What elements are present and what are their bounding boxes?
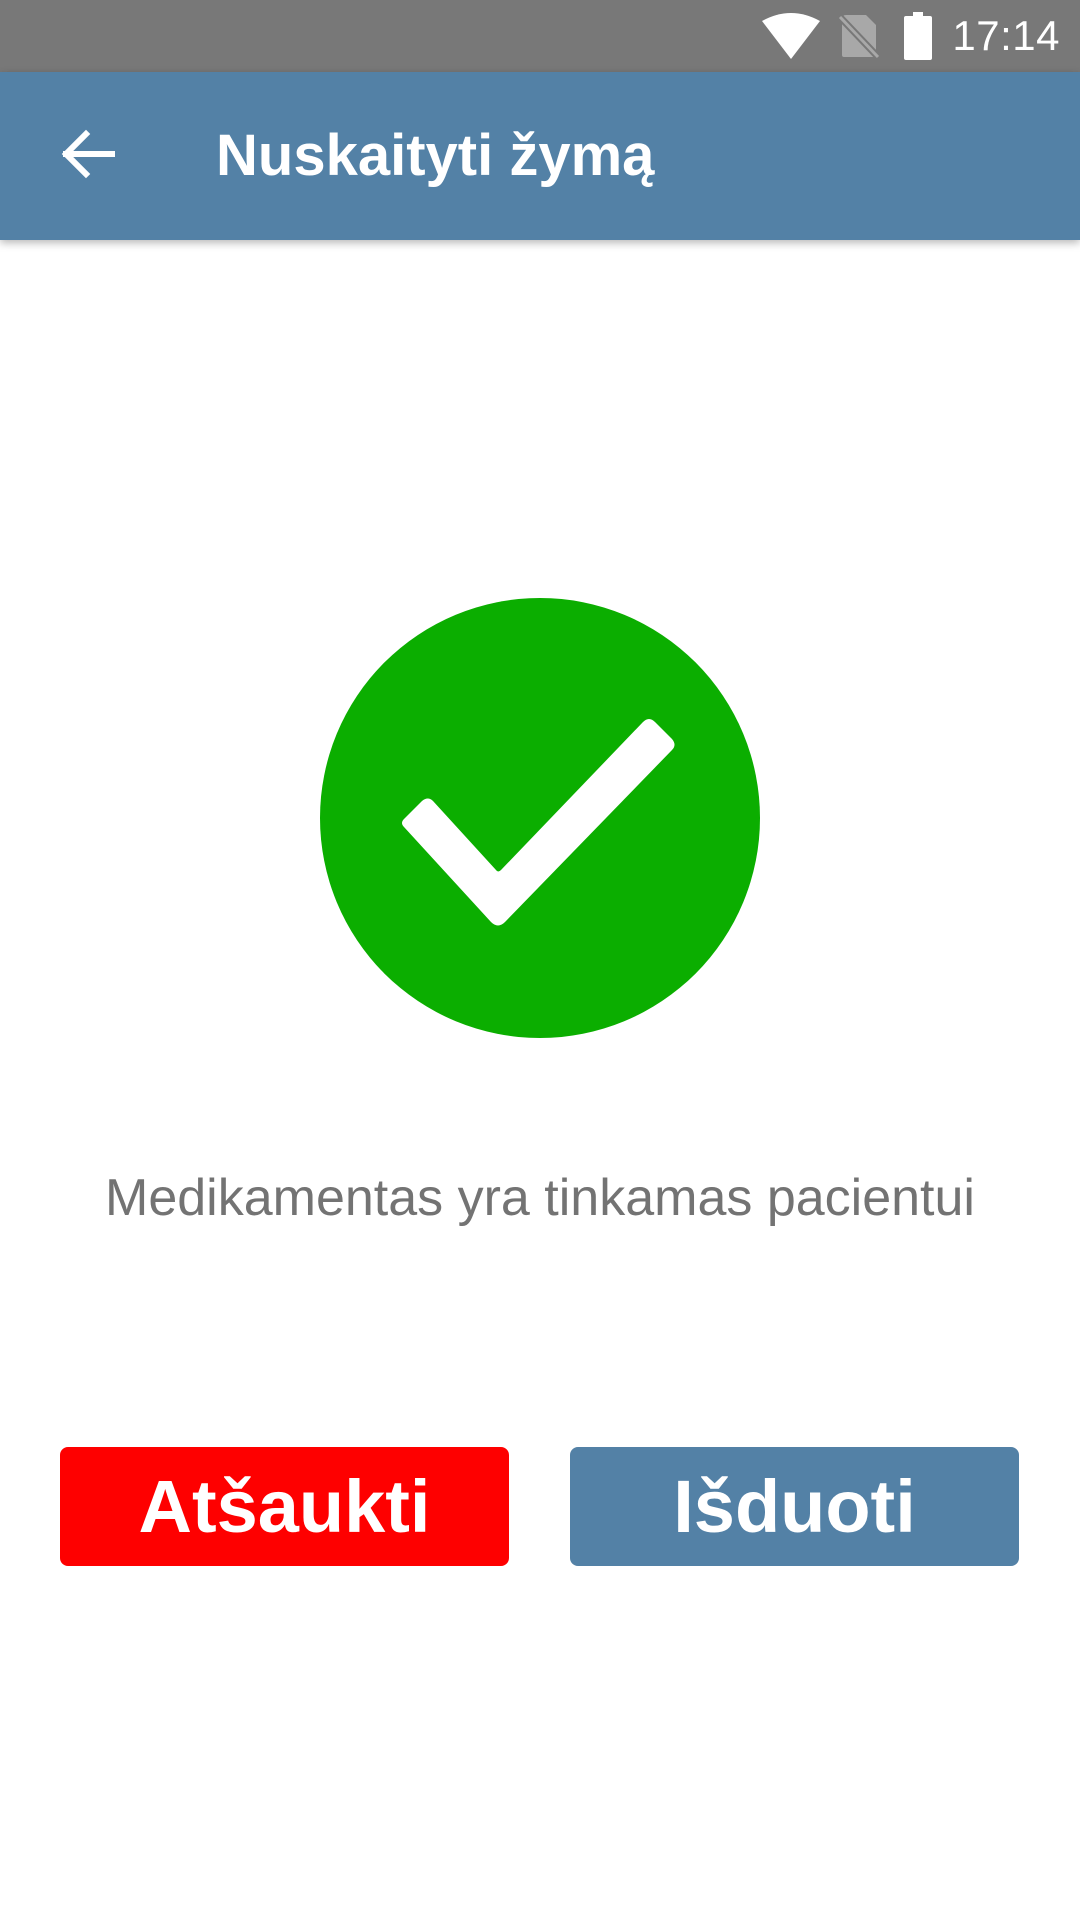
back-button[interactable] bbox=[40, 108, 136, 204]
cancel-button[interactable]: Atšaukti bbox=[60, 1447, 509, 1566]
arrow-back-icon bbox=[60, 126, 116, 187]
no-sim-icon bbox=[838, 13, 881, 59]
result-message: Medikamentas yra tinkamas pacientui bbox=[105, 1169, 975, 1227]
battery-icon bbox=[904, 12, 933, 60]
check-circle-icon bbox=[320, 598, 760, 1038]
status-bar: 17:14 bbox=[0, 0, 1080, 72]
clock: 17:14 bbox=[952, 12, 1060, 59]
status-icons: 17:14 bbox=[762, 0, 1060, 72]
page-title: Nuskaityti žymą bbox=[216, 123, 655, 188]
app-bar: Nuskaityti žymą bbox=[0, 72, 1080, 240]
wifi-icon bbox=[762, 13, 821, 59]
issue-button[interactable]: Išduoti bbox=[570, 1447, 1019, 1566]
